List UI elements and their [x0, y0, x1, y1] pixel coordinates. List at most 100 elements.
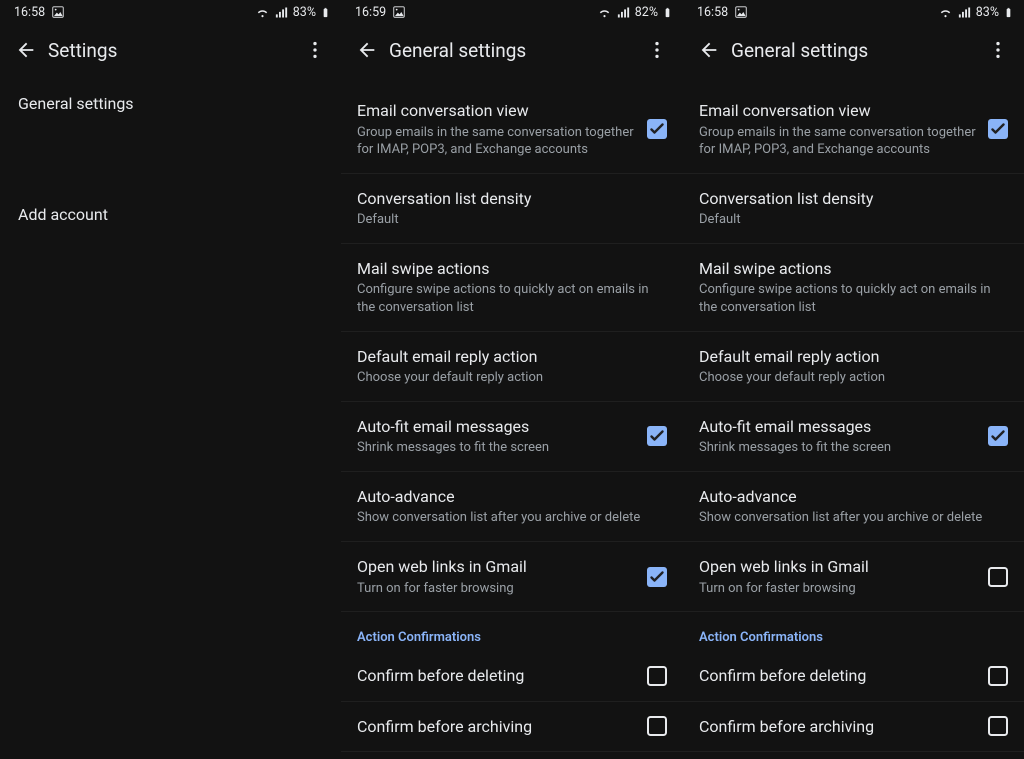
setting-subtitle: Show conversation list after you archive… [699, 509, 1008, 527]
picture-icon [51, 5, 65, 19]
status-time: 16:58 [697, 5, 728, 20]
setting-default-reply-action[interactable]: Default email reply action Choose your d… [683, 332, 1024, 402]
status-time: 16:58 [14, 5, 45, 20]
picture-icon [734, 5, 748, 19]
setting-confirm-send[interactable]: Confirm before sending [683, 752, 1024, 759]
setting-title: Default email reply action [357, 346, 667, 368]
setting-confirm-archive[interactable]: Confirm before archiving [683, 702, 1024, 753]
checkbox[interactable] [647, 666, 667, 686]
setting-subtitle: Turn on for faster browsing [357, 580, 635, 598]
setting-email-conversation-view[interactable]: Email conversation view Group emails in … [683, 86, 1024, 174]
battery-icon [320, 5, 331, 20]
setting-auto-fit-messages[interactable]: Auto-fit email messages Shrink messages … [683, 402, 1024, 472]
setting-auto-advance[interactable]: Auto-advance Show conversation list afte… [341, 472, 683, 542]
section-header-action-confirmations: Action Confirmations [341, 612, 683, 651]
setting-title: Confirm before deleting [357, 665, 635, 687]
setting-title: Mail swipe actions [357, 258, 667, 280]
status-bar: 16:59 82% [341, 0, 683, 24]
screen-settings-root: 16:58 83% Settings General settings Add … [0, 0, 341, 759]
setting-mail-swipe-actions[interactable]: Mail swipe actions Configure swipe actio… [341, 244, 683, 332]
setting-confirm-send[interactable]: Confirm before sending [341, 752, 683, 759]
setting-title: Conversation list density [357, 188, 667, 210]
battery-icon [662, 5, 673, 20]
setting-title: Auto-advance [357, 486, 667, 508]
setting-conversation-list-density[interactable]: Conversation list density Default [341, 174, 683, 244]
setting-subtitle: Show conversation list after you archive… [357, 509, 667, 527]
menu-item-label: Add account [18, 205, 108, 224]
setting-title: Confirm before deleting [699, 665, 976, 687]
overflow-menu-button[interactable] [978, 30, 1018, 70]
menu-item-general-settings[interactable]: General settings [0, 76, 341, 131]
status-bar: 16:58 83% [0, 0, 341, 24]
setting-auto-advance[interactable]: Auto-advance Show conversation list afte… [683, 472, 1024, 542]
checkbox[interactable] [988, 567, 1008, 587]
setting-subtitle: Shrink messages to fit the screen [699, 439, 976, 457]
checkbox[interactable] [647, 426, 667, 446]
status-battery-text: 83% [293, 5, 316, 20]
setting-confirm-archive[interactable]: Confirm before archiving [341, 702, 683, 753]
setting-title: Open web links in Gmail [357, 556, 635, 578]
setting-subtitle: Configure swipe actions to quickly act o… [699, 281, 1008, 316]
back-button[interactable] [347, 30, 387, 70]
setting-subtitle: Turn on for faster browsing [699, 580, 976, 598]
checkbox[interactable] [647, 716, 667, 736]
status-time: 16:59 [355, 5, 386, 20]
app-bar: General settings [683, 24, 1024, 76]
setting-subtitle: Configure swipe actions to quickly act o… [357, 281, 667, 316]
status-battery-text: 82% [635, 5, 658, 20]
setting-confirm-delete[interactable]: Confirm before deleting [341, 651, 683, 702]
checkbox[interactable] [988, 119, 1008, 139]
setting-title: Email conversation view [699, 100, 976, 122]
overflow-menu-button[interactable] [637, 30, 677, 70]
back-button[interactable] [689, 30, 729, 70]
setting-title: Mail swipe actions [699, 258, 1008, 280]
setting-title: Conversation list density [699, 188, 1008, 210]
page-title: General settings [389, 39, 637, 62]
checkbox[interactable] [647, 119, 667, 139]
setting-subtitle: Choose your default reply action [699, 369, 1008, 387]
setting-title: Open web links in Gmail [699, 556, 976, 578]
wifi-icon [597, 5, 612, 20]
setting-title: Default email reply action [699, 346, 1008, 368]
setting-title: Confirm before archiving [699, 716, 976, 738]
overflow-menu-button[interactable] [295, 30, 335, 70]
menu-item-label: General settings [18, 94, 134, 113]
signal-icon [274, 5, 289, 20]
checkbox[interactable] [647, 567, 667, 587]
signal-icon [957, 5, 972, 20]
setting-subtitle: Default [699, 211, 1008, 229]
app-bar: Settings [0, 24, 341, 76]
setting-subtitle: Group emails in the same conversation to… [357, 124, 635, 159]
status-battery-text: 83% [976, 5, 999, 20]
setting-title: Confirm before archiving [357, 716, 635, 738]
setting-title: Auto-advance [699, 486, 1008, 508]
checkbox[interactable] [988, 666, 1008, 686]
setting-conversation-list-density[interactable]: Conversation list density Default [683, 174, 1024, 244]
screen-general-settings-a: 16:59 82% General settings Email convers… [341, 0, 683, 759]
setting-open-web-links[interactable]: Open web links in Gmail Turn on for fast… [683, 542, 1024, 612]
setting-auto-fit-messages[interactable]: Auto-fit email messages Shrink messages … [341, 402, 683, 472]
battery-icon [1003, 5, 1014, 20]
setting-confirm-delete[interactable]: Confirm before deleting [683, 651, 1024, 702]
checkbox[interactable] [988, 716, 1008, 736]
status-bar: 16:58 83% [683, 0, 1024, 24]
page-title: Settings [48, 39, 295, 62]
checkbox[interactable] [988, 426, 1008, 446]
setting-mail-swipe-actions[interactable]: Mail swipe actions Configure swipe actio… [683, 244, 1024, 332]
back-button[interactable] [6, 30, 46, 70]
wifi-icon [255, 5, 270, 20]
setting-title: Auto-fit email messages [699, 416, 976, 438]
settings-list: Email conversation view Group emails in … [341, 86, 683, 759]
page-title: General settings [731, 39, 978, 62]
setting-subtitle: Shrink messages to fit the screen [357, 439, 635, 457]
spacer [0, 131, 341, 187]
menu-item-add-account[interactable]: Add account [0, 187, 341, 242]
section-header-action-confirmations: Action Confirmations [683, 612, 1024, 651]
setting-subtitle: Default [357, 211, 667, 229]
setting-email-conversation-view[interactable]: Email conversation view Group emails in … [341, 86, 683, 174]
app-bar: General settings [341, 24, 683, 76]
setting-open-web-links[interactable]: Open web links in Gmail Turn on for fast… [341, 542, 683, 612]
setting-default-reply-action[interactable]: Default email reply action Choose your d… [341, 332, 683, 402]
setting-subtitle: Group emails in the same conversation to… [699, 124, 976, 159]
wifi-icon [938, 5, 953, 20]
